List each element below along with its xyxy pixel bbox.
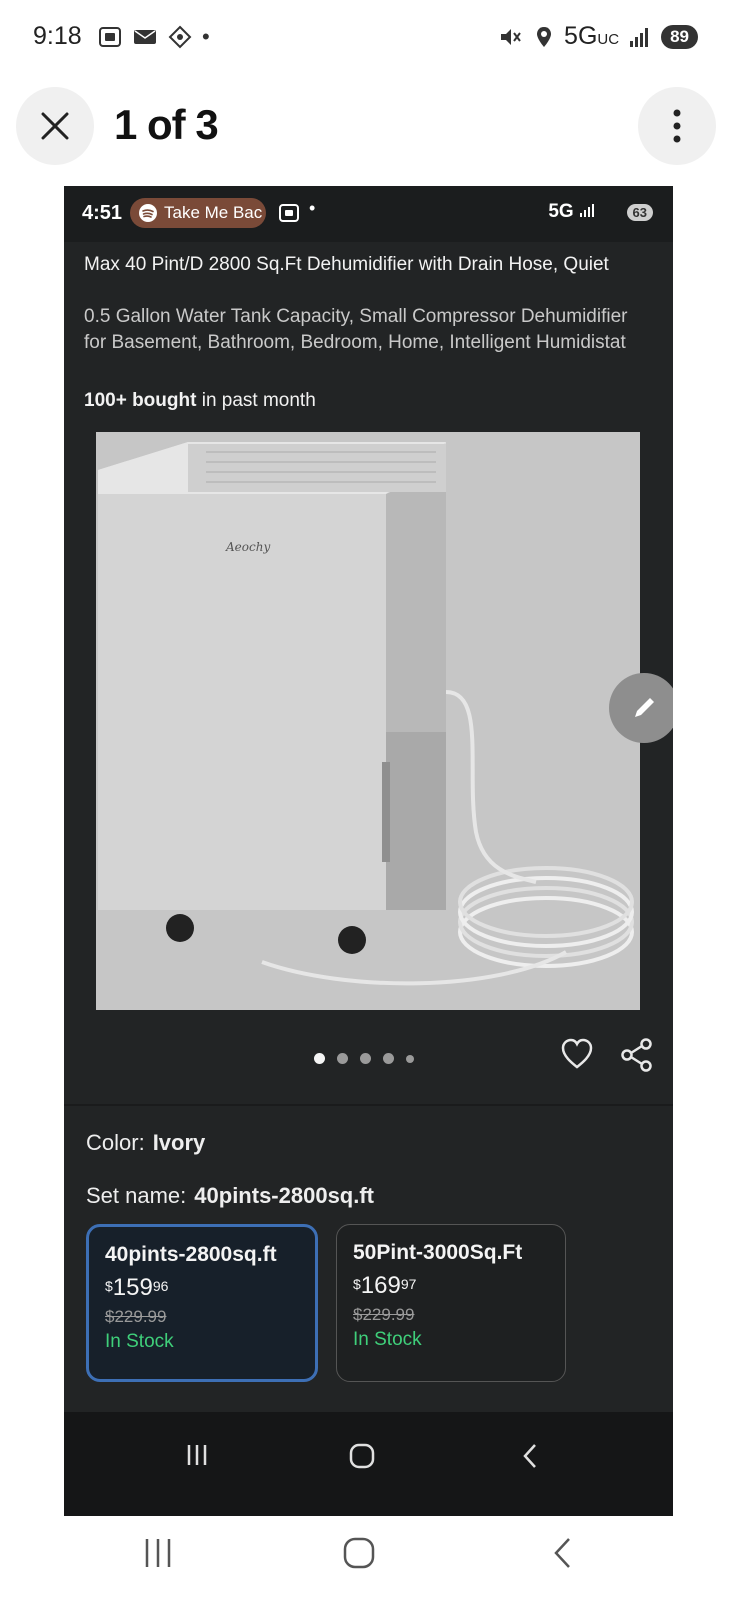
media-pill: Take Me Bac [130, 198, 266, 228]
heart-icon [561, 1038, 593, 1069]
edit-button[interactable] [609, 673, 673, 743]
screenshot-icon [99, 27, 121, 47]
variant-price: $15996 [105, 1274, 169, 1301]
recents-icon [187, 1445, 207, 1465]
close-button[interactable] [16, 87, 94, 165]
section-divider [64, 1104, 673, 1106]
carousel-dot[interactable] [337, 1053, 348, 1064]
carousel-dot[interactable] [383, 1053, 394, 1064]
variant-name: 40pints-2800sq.ft [105, 1243, 277, 1266]
color-value: Ivory [152, 1130, 206, 1155]
dehumidifier-illustration [96, 432, 640, 1010]
inner-status-bar: 4:51 Take Me Bac • 5G 63 [64, 186, 673, 242]
image-carousel-dots[interactable] [314, 1053, 414, 1064]
pencil-icon [635, 698, 654, 717]
recents-button-icon[interactable] [142, 1536, 174, 1570]
variant-list-price: $229.99 [105, 1307, 167, 1326]
status-time: 9:18 [33, 22, 82, 50]
variant-stock-status: In Stock [353, 1329, 422, 1350]
set-name-value: 40pints-2800sq.ft [194, 1183, 375, 1208]
back-icon [523, 1444, 536, 1468]
media-pill-label: Take Me Bac [164, 203, 263, 222]
back-button-icon[interactable] [550, 1536, 574, 1570]
carousel-dot[interactable] [406, 1054, 414, 1063]
notification-dot-icon: • [309, 198, 316, 218]
variant-option-selected[interactable]: 40pints-2800sq.ft $15996 $229.99 In Stoc… [86, 1224, 318, 1382]
inner-status-time: 4:51 [82, 202, 123, 224]
carousel-dot[interactable] [314, 1053, 325, 1064]
screenshot-icon [279, 204, 299, 222]
home-button-icon[interactable] [342, 1536, 376, 1570]
sync-icon [168, 25, 192, 49]
spotify-icon [139, 204, 157, 222]
share-icon [621, 1038, 652, 1072]
system-navigation-bar [0, 1516, 738, 1600]
signal-icon [580, 204, 594, 217]
variant-list-price: $229.99 [353, 1305, 415, 1324]
signal-icon [630, 27, 649, 47]
share-button[interactable] [620, 1038, 654, 1077]
inner-battery-level: 63 [626, 204, 653, 221]
set-name-selection: Set name: 40pints-2800sq.ft [86, 1183, 375, 1208]
color-selection: Color: Ivory [86, 1130, 206, 1155]
product-subtitle: 0.5 Gallon Water Tank Capacity, Small Co… [84, 306, 628, 353]
carousel-dot[interactable] [360, 1053, 371, 1064]
screenshot-preview[interactable]: 4:51 Take Me Bac • 5G 63 Max 40 Pint/D 2… [64, 186, 673, 1516]
home-icon [349, 1443, 375, 1469]
inner-network-type: 5G [548, 201, 595, 223]
variant-name: 50Pint-3000Sq.Ft [353, 1241, 523, 1264]
product-brand: Aeochy [226, 540, 271, 554]
status-left-icons: • [98, 24, 210, 50]
viewer-header: 1 of 3 [0, 87, 738, 167]
status-right-icons: 5GUC 89 [498, 22, 698, 51]
more-options-button[interactable] [638, 87, 716, 165]
more-vertical-icon [673, 109, 681, 143]
close-icon [41, 112, 69, 140]
page-title: 1 of 3 [114, 101, 219, 148]
variant-price: $16997 [353, 1272, 417, 1299]
product-title[interactable]: Max 40 Pint/D 2800 Sq.Ft Dehumidifier wi… [84, 252, 654, 278]
variant-stock-status: In Stock [105, 1331, 174, 1352]
variant-option[interactable]: 50Pint-3000Sq.Ft $16997 $229.99 In Stock [336, 1224, 566, 1382]
location-icon [537, 26, 552, 47]
wishlist-button[interactable] [560, 1038, 594, 1075]
mute-icon [501, 28, 521, 45]
status-bar: 9:18 • 5GUC 89 [0, 0, 738, 76]
mail-icon [134, 30, 156, 44]
inner-navigation-bar [64, 1412, 673, 1516]
product-image[interactable]: Aeochy [96, 432, 640, 1010]
bought-count: 100+ bought in past month [84, 390, 316, 411]
notification-dot-icon: • [202, 24, 210, 49]
network-type: 5GUC [564, 22, 620, 50]
battery-level: 89 [661, 24, 698, 49]
